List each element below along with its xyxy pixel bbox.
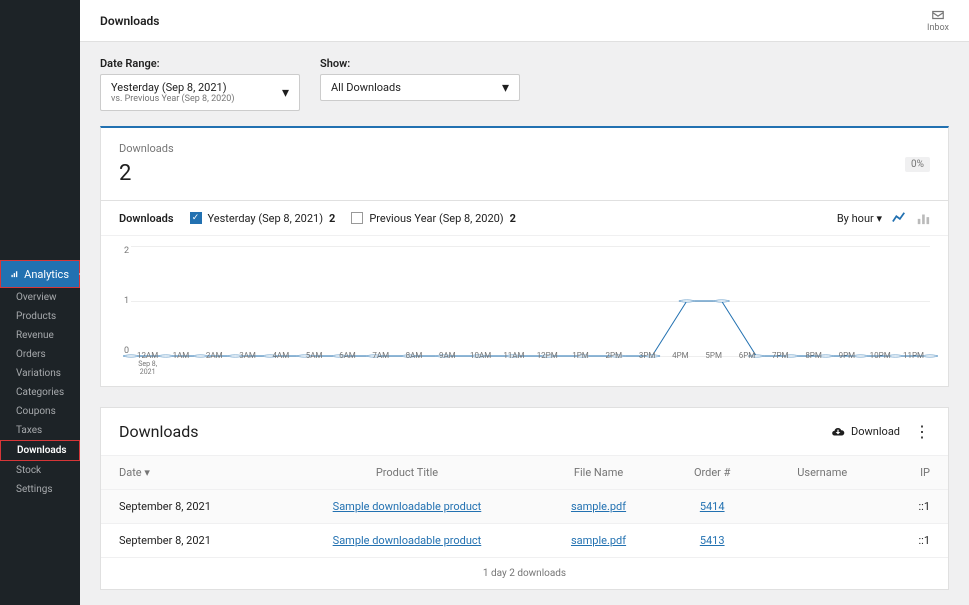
cloud-download-icon [831,425,845,439]
table-panel: Downloads Download ⋮ Date ▾ Product Titl… [100,407,949,590]
sidebar-sub-orders[interactable]: Orders [0,345,80,364]
sidebar-sub-taxes[interactable]: Taxes [0,421,80,440]
chart-panel: Downloads 2 0% Downloads ✓ Yesterday (Se… [100,126,949,387]
date-range-label: Date Range: [100,57,300,70]
sidebar-sub-settings[interactable]: Settings [0,480,80,499]
table-title: Downloads [119,422,198,441]
sidebar-sub-overview[interactable]: Overview [0,288,80,307]
order-link[interactable]: 5413 [700,534,725,547]
summary-badge: 0% [905,157,930,172]
table-row: September 8, 2021Sample downloadable pro… [101,524,948,558]
legend-series-1[interactable]: ✓ Yesterday (Sep 8, 2021) 2 [190,212,336,225]
content: Date Range: Yesterday (Sep 8, 2021) vs. … [80,42,969,605]
col-ip[interactable]: IP [882,456,948,490]
checkbox-unchecked-icon [351,212,363,224]
sidebar-sub-products[interactable]: Products [0,307,80,326]
checkbox-checked-icon: ✓ [190,212,202,224]
product-link[interactable]: Sample downloadable product [333,500,482,513]
download-button[interactable]: Download [831,425,900,439]
controls: Date Range: Yesterday (Sep 8, 2021) vs. … [100,57,949,111]
col-date[interactable]: Date ▾ [101,456,279,490]
col-product[interactable]: Product Title [279,456,536,490]
downloads-table: Date ▾ Product Title File Name Order # U… [101,455,948,557]
sidebar-label: Analytics [24,268,69,281]
bar-chart-icon [11,267,18,281]
table-row: September 8, 2021Sample downloadable pro… [101,490,948,524]
inbox-icon [931,8,945,22]
sidebar: Analytics OverviewProductsRevenueOrdersV… [0,0,80,605]
product-link[interactable]: Sample downloadable product [333,534,482,547]
sidebar-sub-stock[interactable]: Stock [0,461,80,480]
table-summary: 1 day 2 downloads [101,557,948,589]
legend-title: Downloads [119,212,174,225]
summary-value: 2 [119,161,174,186]
header: Downloads Inbox [80,0,969,42]
col-file[interactable]: File Name [535,456,662,490]
file-link[interactable]: sample.pdf [571,534,626,547]
date-range-dropdown[interactable]: Yesterday (Sep 8, 2021) vs. Previous Yea… [100,74,300,111]
legend: Downloads ✓ Yesterday (Sep 8, 2021) 2 Pr… [101,201,948,236]
col-user[interactable]: Username [763,456,882,490]
sidebar-sub-categories[interactable]: Categories [0,383,80,402]
line-chart-icon[interactable] [892,211,906,225]
chart: 210 12AMSep 8, 20211AM2AM3AM4AM5AM6AM7AM… [101,236,948,386]
main: Downloads Inbox Date Range: Yesterday (S… [80,0,969,605]
show-label: Show: [320,57,520,70]
summary: Downloads 2 0% [101,128,948,201]
col-order[interactable]: Order # [662,456,763,490]
summary-title: Downloads [119,142,174,155]
sidebar-sub-downloads[interactable]: Downloads [0,440,80,461]
page-title: Downloads [100,14,159,28]
interval-dropdown[interactable]: By hour ▾ [837,212,882,225]
legend-series-2[interactable]: Previous Year (Sep 8, 2020) 2 [351,212,516,225]
bar-chart-icon[interactable] [916,211,930,225]
more-menu-icon[interactable]: ⋮ [914,422,930,441]
sidebar-sub-variations[interactable]: Variations [0,364,80,383]
inbox-button[interactable]: Inbox [927,8,949,33]
sidebar-sub-revenue[interactable]: Revenue [0,326,80,345]
file-link[interactable]: sample.pdf [571,500,626,513]
sidebar-item-analytics[interactable]: Analytics [0,260,80,288]
order-link[interactable]: 5414 [700,500,725,513]
sidebar-sub-coupons[interactable]: Coupons [0,402,80,421]
show-dropdown[interactable]: All Downloads [320,74,520,101]
